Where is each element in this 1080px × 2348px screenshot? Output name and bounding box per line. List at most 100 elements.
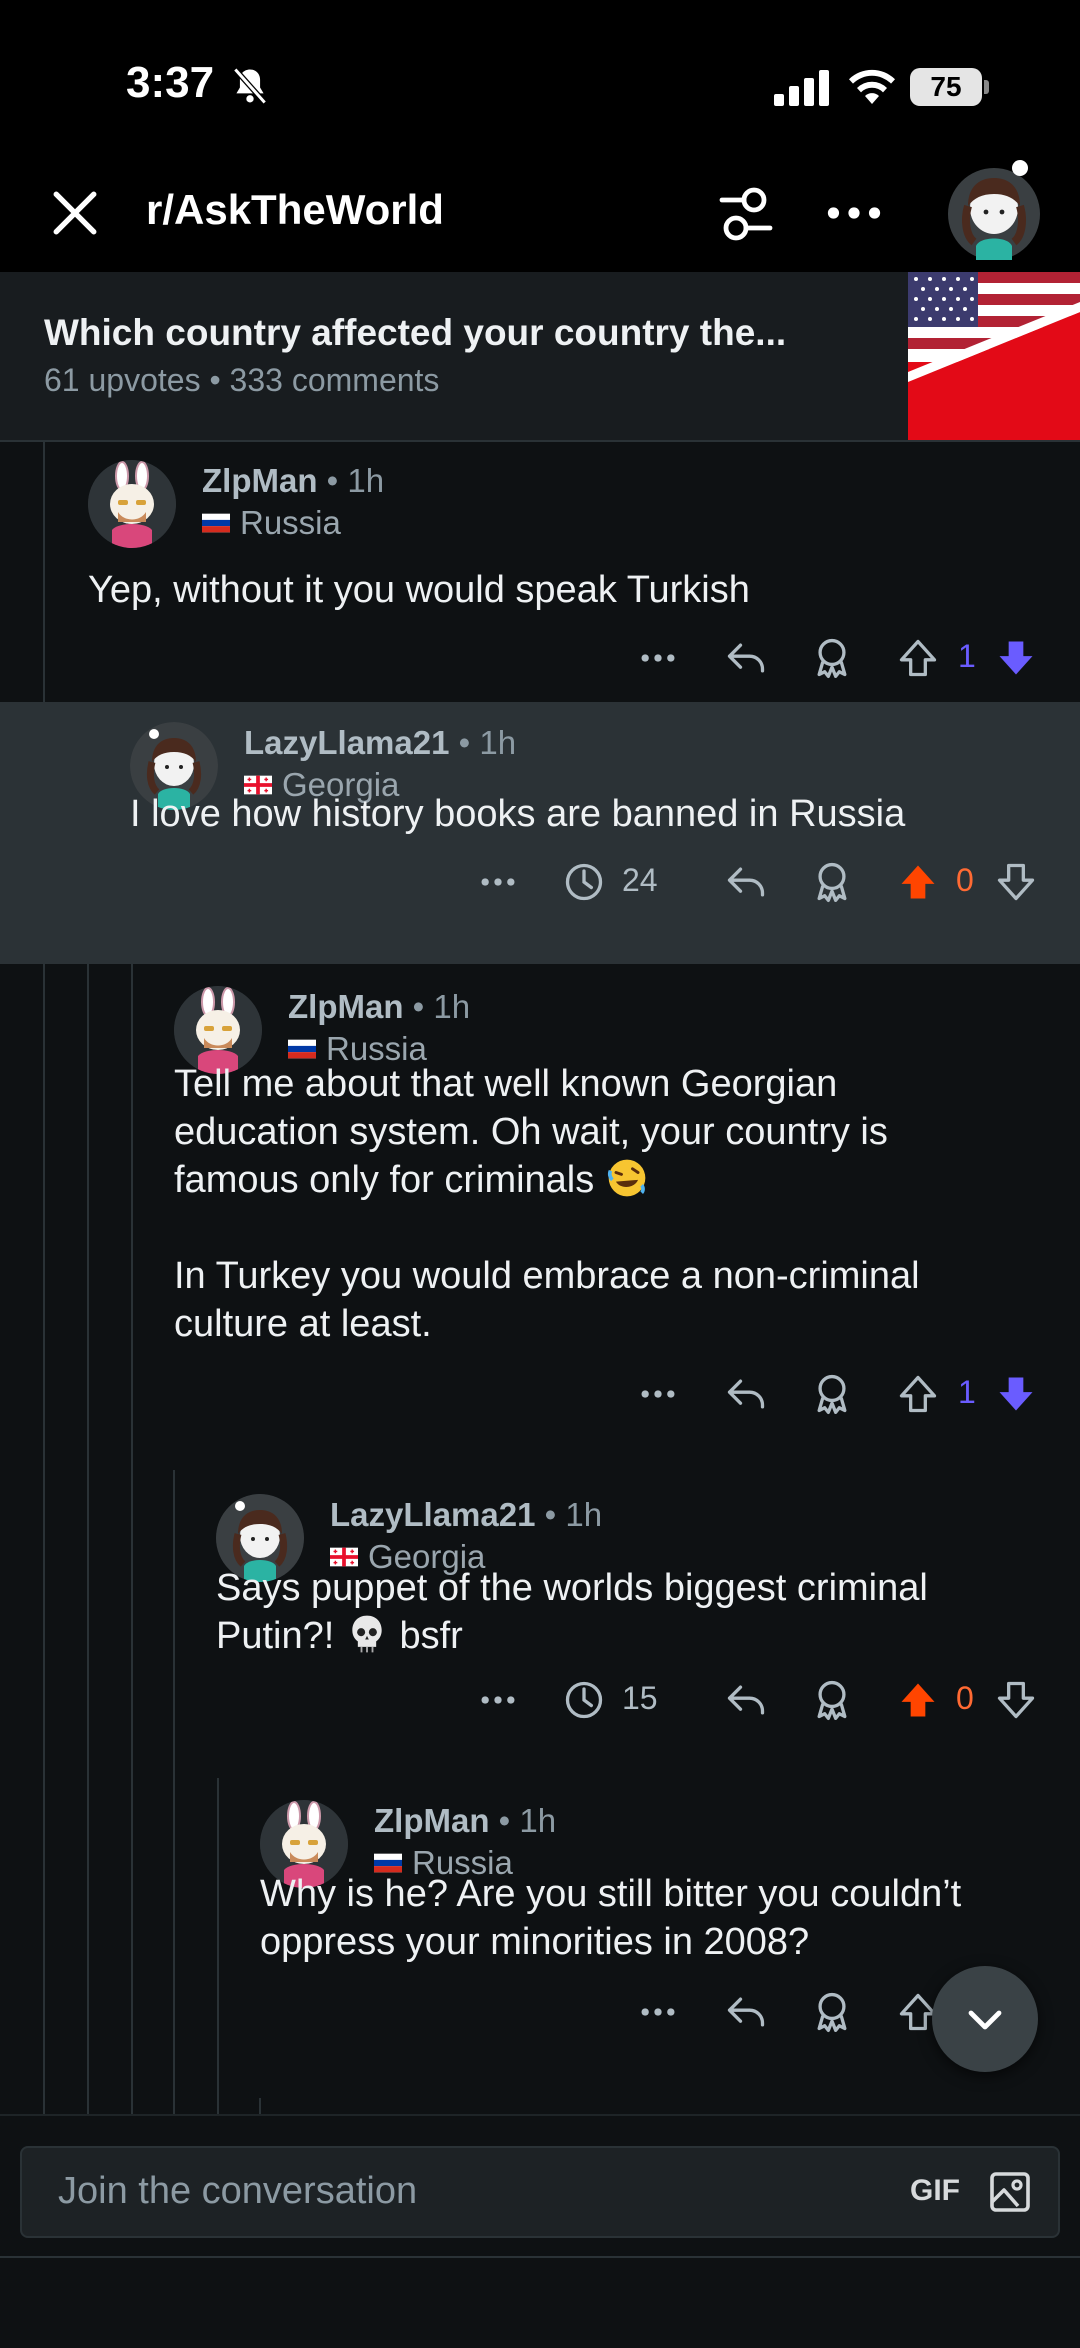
timer-button[interactable] <box>562 1672 606 1728</box>
comment-text: I love how history books are banned in R… <box>130 793 906 835</box>
comment-actions: 15 0 <box>0 1672 1080 1728</box>
comment[interactable]: ZlpMan • 1h Russia Yep, without it you w… <box>0 442 1080 700</box>
timer-button[interactable] <box>562 854 606 910</box>
user-flair: Russia <box>202 504 341 542</box>
award-icon <box>817 1992 847 2032</box>
comment-actions <box>0 1984 1080 2040</box>
join-conversation-input[interactable]: Join the conversation GIF <box>20 2146 1060 2238</box>
upvote-icon <box>899 1375 937 1413</box>
comment[interactable]: ZlpMan • 1h Russia Tell me about that we… <box>0 966 1080 1468</box>
post-meta: 61 upvotes • 333 comments <box>44 362 440 398</box>
downvote-button[interactable] <box>994 854 1038 910</box>
award-button[interactable] <box>810 1984 854 2040</box>
comment-time-value: 1h <box>519 1802 557 1839</box>
comment-text-tail: bsfr <box>399 1615 463 1657</box>
vote-count: 0 <box>956 1680 974 1716</box>
vote-count: 1 <box>958 1374 976 1410</box>
comment-author-name[interactable]: ZlpMan <box>288 988 403 1025</box>
gif-button[interactable]: GIF <box>910 2174 960 2208</box>
upvote-icon <box>899 639 937 677</box>
reply-button[interactable] <box>724 1366 768 1422</box>
comment-author[interactable]: ZlpMan • 1h <box>202 462 384 500</box>
battery-tip <box>984 80 989 94</box>
comment-author[interactable]: LazyLlama21 • 1h <box>330 1496 602 1534</box>
comment-author[interactable]: ZlpMan • 1h <box>374 1802 556 1840</box>
reply-button[interactable] <box>724 630 768 686</box>
cell-signal-icon <box>774 70 829 106</box>
upvote-button[interactable] <box>896 854 940 910</box>
comment-actions: 1 <box>0 1366 1080 1422</box>
comment-actions: 24 0 <box>0 854 1080 910</box>
comment[interactable]: ZlpMan • 1h Russia Why is he? Are you st… <box>0 1780 1080 2114</box>
close-icon[interactable] <box>50 188 100 238</box>
more-options-button[interactable] <box>476 854 520 910</box>
more-options-button[interactable] <box>636 1984 680 2040</box>
more-icon <box>641 654 675 662</box>
comment-time-value: 1h <box>347 462 385 499</box>
vote-count: 1 <box>958 638 976 674</box>
award-icon <box>817 1374 847 1414</box>
battery-indicator: 75 <box>910 68 982 106</box>
downvote-icon <box>999 1377 1033 1411</box>
downvote-icon <box>997 1681 1035 1719</box>
more-options-button[interactable] <box>636 1366 680 1422</box>
user-avatar[interactable] <box>948 168 1040 260</box>
image-icon[interactable] <box>986 2168 1034 2216</box>
upvote-button[interactable] <box>896 1366 940 1422</box>
downvote-button[interactable] <box>994 1366 1038 1422</box>
timer-icon <box>565 1681 603 1719</box>
comment-text: Why is he? Are you still bitter you coul… <box>260 1873 962 1963</box>
comment-thread: ZlpMan • 1h Russia Yep, without it you w… <box>0 442 1080 2114</box>
filter-icon[interactable] <box>716 184 776 244</box>
comment[interactable]: LazyLlama21 • 1h Georgia I love how hist… <box>0 702 1080 964</box>
comment-author-name[interactable]: LazyLlama21 <box>244 724 449 761</box>
comment-text-part: Tell me about that well known Georgian e… <box>174 1063 888 1201</box>
more-icon <box>641 1390 675 1398</box>
upvote-icon <box>901 1683 935 1717</box>
reply-icon <box>727 867 765 897</box>
comment-time-value: 1h <box>479 724 517 761</box>
comment-time: • 1h <box>458 724 517 761</box>
russia-flag-icon <box>288 1039 316 1059</box>
upvote-button[interactable] <box>896 630 940 686</box>
award-button[interactable] <box>810 854 854 910</box>
comment-author-name[interactable]: ZlpMan <box>202 462 317 499</box>
award-button[interactable] <box>810 1672 854 1728</box>
timer-icon <box>565 863 603 901</box>
downvote-button[interactable] <box>994 1672 1038 1728</box>
subreddit-title[interactable]: r/AskTheWorld <box>146 186 444 234</box>
reply-button[interactable] <box>724 1984 768 2040</box>
downvote-button[interactable] <box>994 630 1038 686</box>
downvote-icon <box>999 641 1033 675</box>
status-time: 3:37 <box>126 58 215 107</box>
upvote-button[interactable] <box>896 1672 940 1728</box>
more-icon[interactable] <box>826 198 882 228</box>
scroll-next-button[interactable] <box>932 1966 1038 2072</box>
notification-dot <box>1012 160 1028 176</box>
skull-emoji-icon <box>352 1615 382 1653</box>
more-options-button[interactable] <box>636 630 680 686</box>
timer-count: 15 <box>622 1680 658 1716</box>
award-button[interactable] <box>810 630 854 686</box>
user-avatar[interactable] <box>88 460 176 548</box>
comment-author[interactable]: ZlpMan • 1h <box>288 988 470 1026</box>
comment-author-name[interactable]: ZlpMan <box>374 1802 489 1839</box>
comment-author[interactable]: LazyLlama21 • 1h <box>244 724 516 762</box>
downvote-icon <box>997 863 1035 901</box>
reply-button[interactable] <box>724 854 768 910</box>
comment-author-name[interactable]: LazyLlama21 <box>330 1496 535 1533</box>
award-icon <box>817 1680 847 1720</box>
award-button[interactable] <box>810 1366 854 1422</box>
post-title[interactable]: Which country affected your country the.… <box>44 312 786 354</box>
bottom-divider <box>0 2256 1080 2258</box>
user-flair-text: Russia <box>240 504 341 541</box>
more-options-button[interactable] <box>476 1672 520 1728</box>
post-header[interactable]: Which country affected your country the.… <box>0 272 1080 442</box>
reply-icon <box>727 1997 765 2027</box>
comment-text: Yep, without it you would speak Turkish <box>88 569 750 611</box>
russia-flag-icon <box>202 513 230 533</box>
reply-button[interactable] <box>724 1672 768 1728</box>
post-thumbnail[interactable] <box>908 272 1080 440</box>
comment[interactable]: LazyLlama21 • 1h Georgia Says puppet of … <box>0 1470 1080 1778</box>
status-bar: 3:37 75 <box>0 0 1080 168</box>
